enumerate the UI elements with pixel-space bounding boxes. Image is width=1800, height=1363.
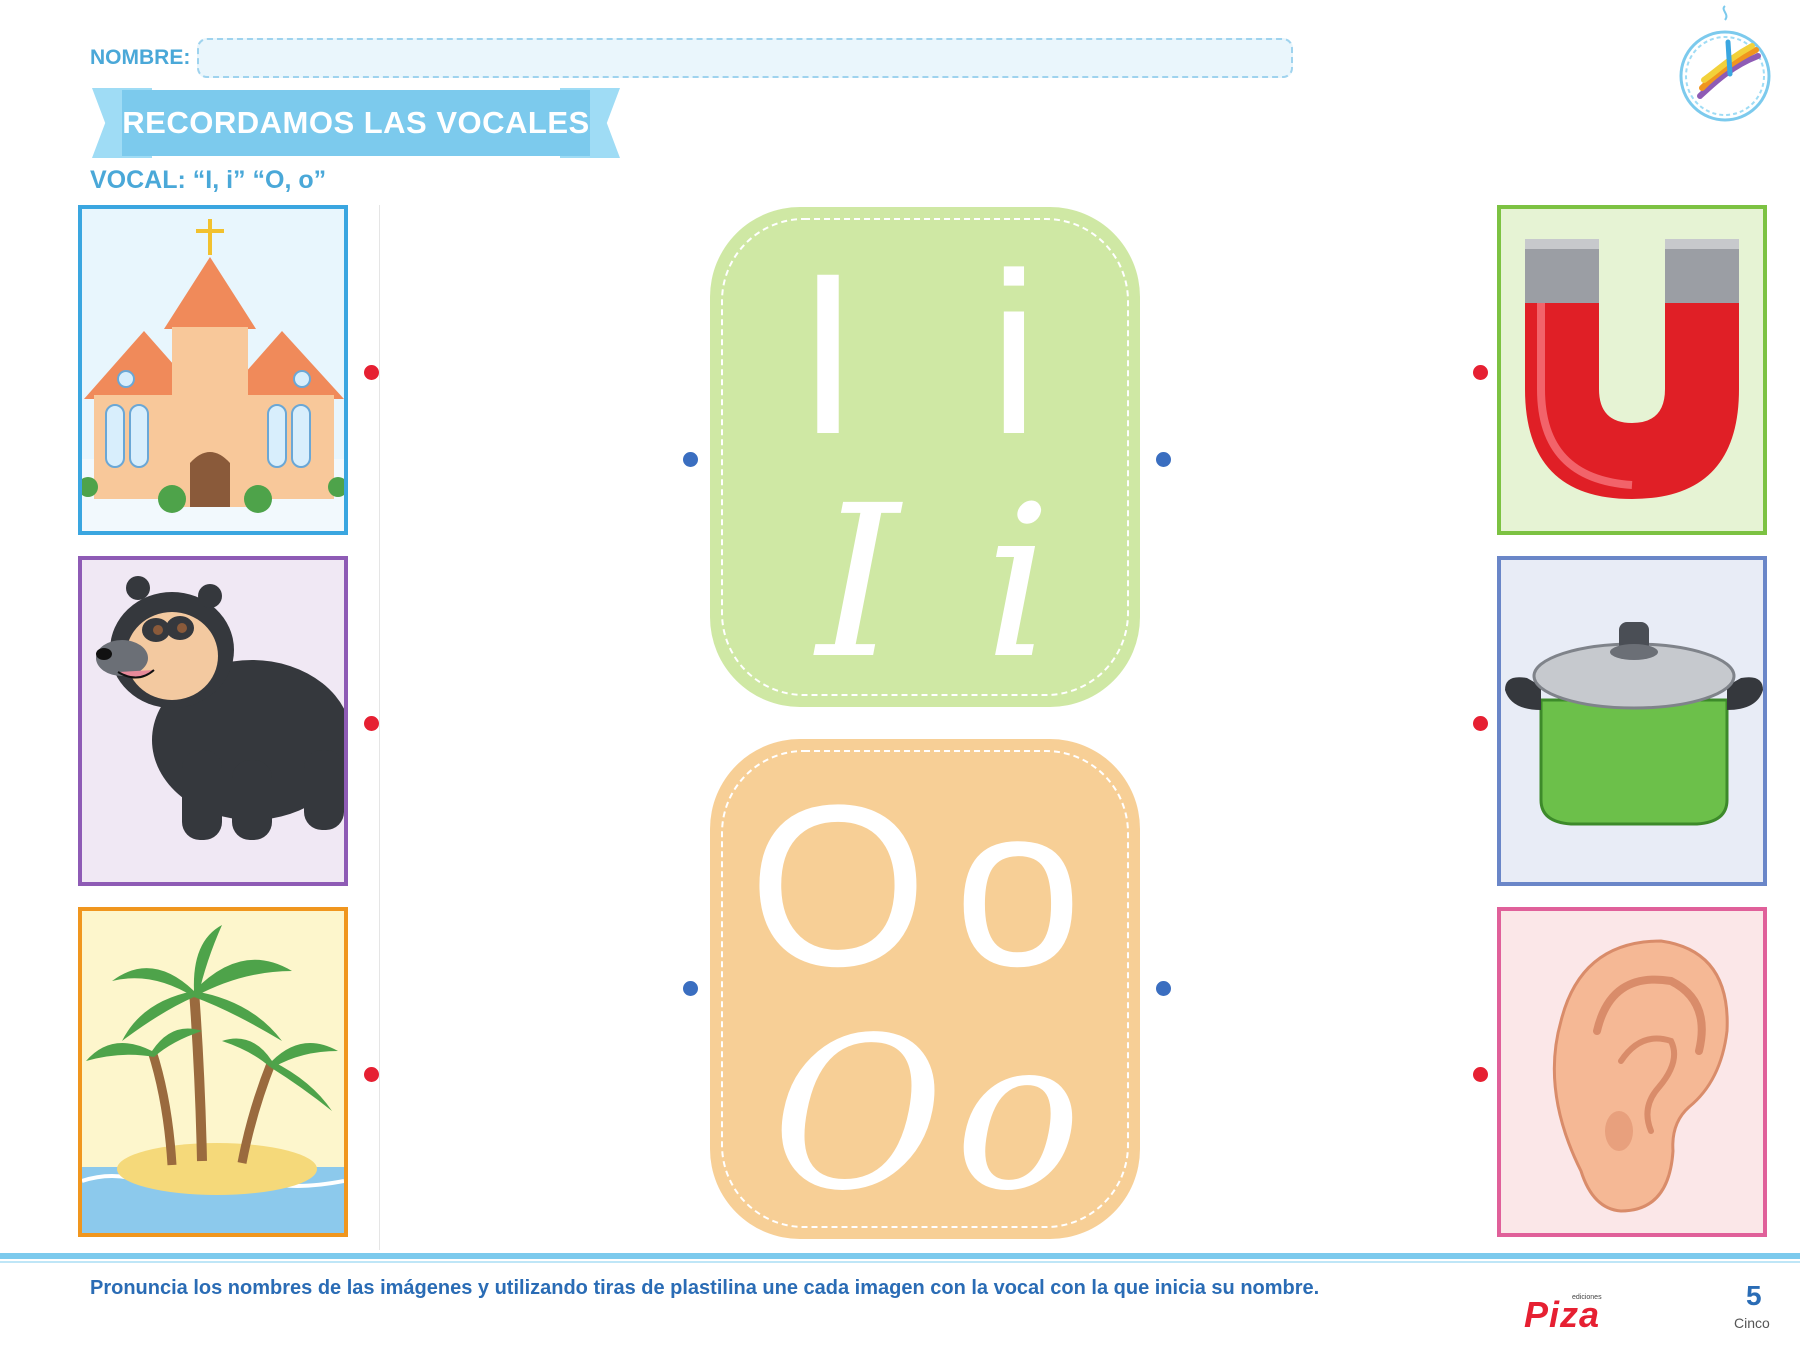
spectacled-bear-icon (82, 560, 344, 882)
connect-dot-vowel-o-left[interactable] (683, 981, 698, 996)
page-number: 5 (1746, 1280, 1762, 1311)
vowel-print-upper-i: I (796, 225, 860, 482)
vowel-card-o: O o O o (708, 737, 1142, 1241)
vowel-cursive-lower-o: o (955, 992, 1081, 1237)
instruction-text: Pronuncia los nombres de las imágenes y … (90, 1277, 1320, 1299)
connect-dot-right-2[interactable] (1473, 716, 1488, 731)
guide-line-left (379, 205, 380, 1250)
picture-ear[interactable] (1497, 907, 1767, 1237)
connect-dot-left-3[interactable] (364, 1067, 379, 1082)
connect-dot-vowel-i-right[interactable] (1156, 452, 1171, 467)
cooking-pot-icon (1501, 560, 1763, 882)
vowel-print-upper-o: O (749, 757, 928, 1014)
vowel-card-i: I i I i (708, 205, 1142, 709)
vowel-cursive-upper-o: O (772, 992, 944, 1237)
vowel-subtitle: VOCAL: “I, i” “O, o” (90, 166, 327, 194)
rainbow-hand-badge-icon (1670, 4, 1780, 122)
brand-logo: Piza (1524, 1294, 1601, 1335)
palm-island-icon (82, 911, 344, 1233)
ear-icon (1501, 911, 1763, 1233)
church-icon (82, 209, 344, 531)
picture-church[interactable] (78, 205, 348, 535)
picture-island[interactable] (78, 907, 348, 1237)
picture-magnet[interactable] (1497, 205, 1767, 535)
vowel-print-lower-i: i (988, 225, 1039, 482)
page-title: RECORDAMOS LAS VOCALES (122, 90, 590, 156)
connect-dot-left-2[interactable] (364, 716, 379, 731)
name-field[interactable] (197, 38, 1293, 78)
page-number-word: Cinco (1734, 1315, 1770, 1331)
footer-divider-thin (0, 1261, 1800, 1263)
connect-dot-left-1[interactable] (364, 365, 379, 380)
connect-dot-right-1[interactable] (1473, 365, 1488, 380)
vowel-print-lower-o: o (954, 757, 1082, 1014)
name-label: NOMBRE: (90, 46, 191, 69)
connect-dot-right-3[interactable] (1473, 1067, 1488, 1082)
connect-dot-vowel-i-left[interactable] (683, 452, 698, 467)
connect-dot-vowel-o-right[interactable] (1156, 981, 1171, 996)
footer-divider (0, 1253, 1800, 1259)
vowel-cursive-upper-i: I (813, 460, 904, 705)
picture-pot[interactable] (1497, 556, 1767, 886)
title-ribbon: RECORDAMOS LAS VOCALES (92, 88, 620, 160)
vowel-cursive-lower-i: i (984, 460, 1051, 705)
magnet-icon (1501, 209, 1763, 531)
picture-bear[interactable] (78, 556, 348, 886)
